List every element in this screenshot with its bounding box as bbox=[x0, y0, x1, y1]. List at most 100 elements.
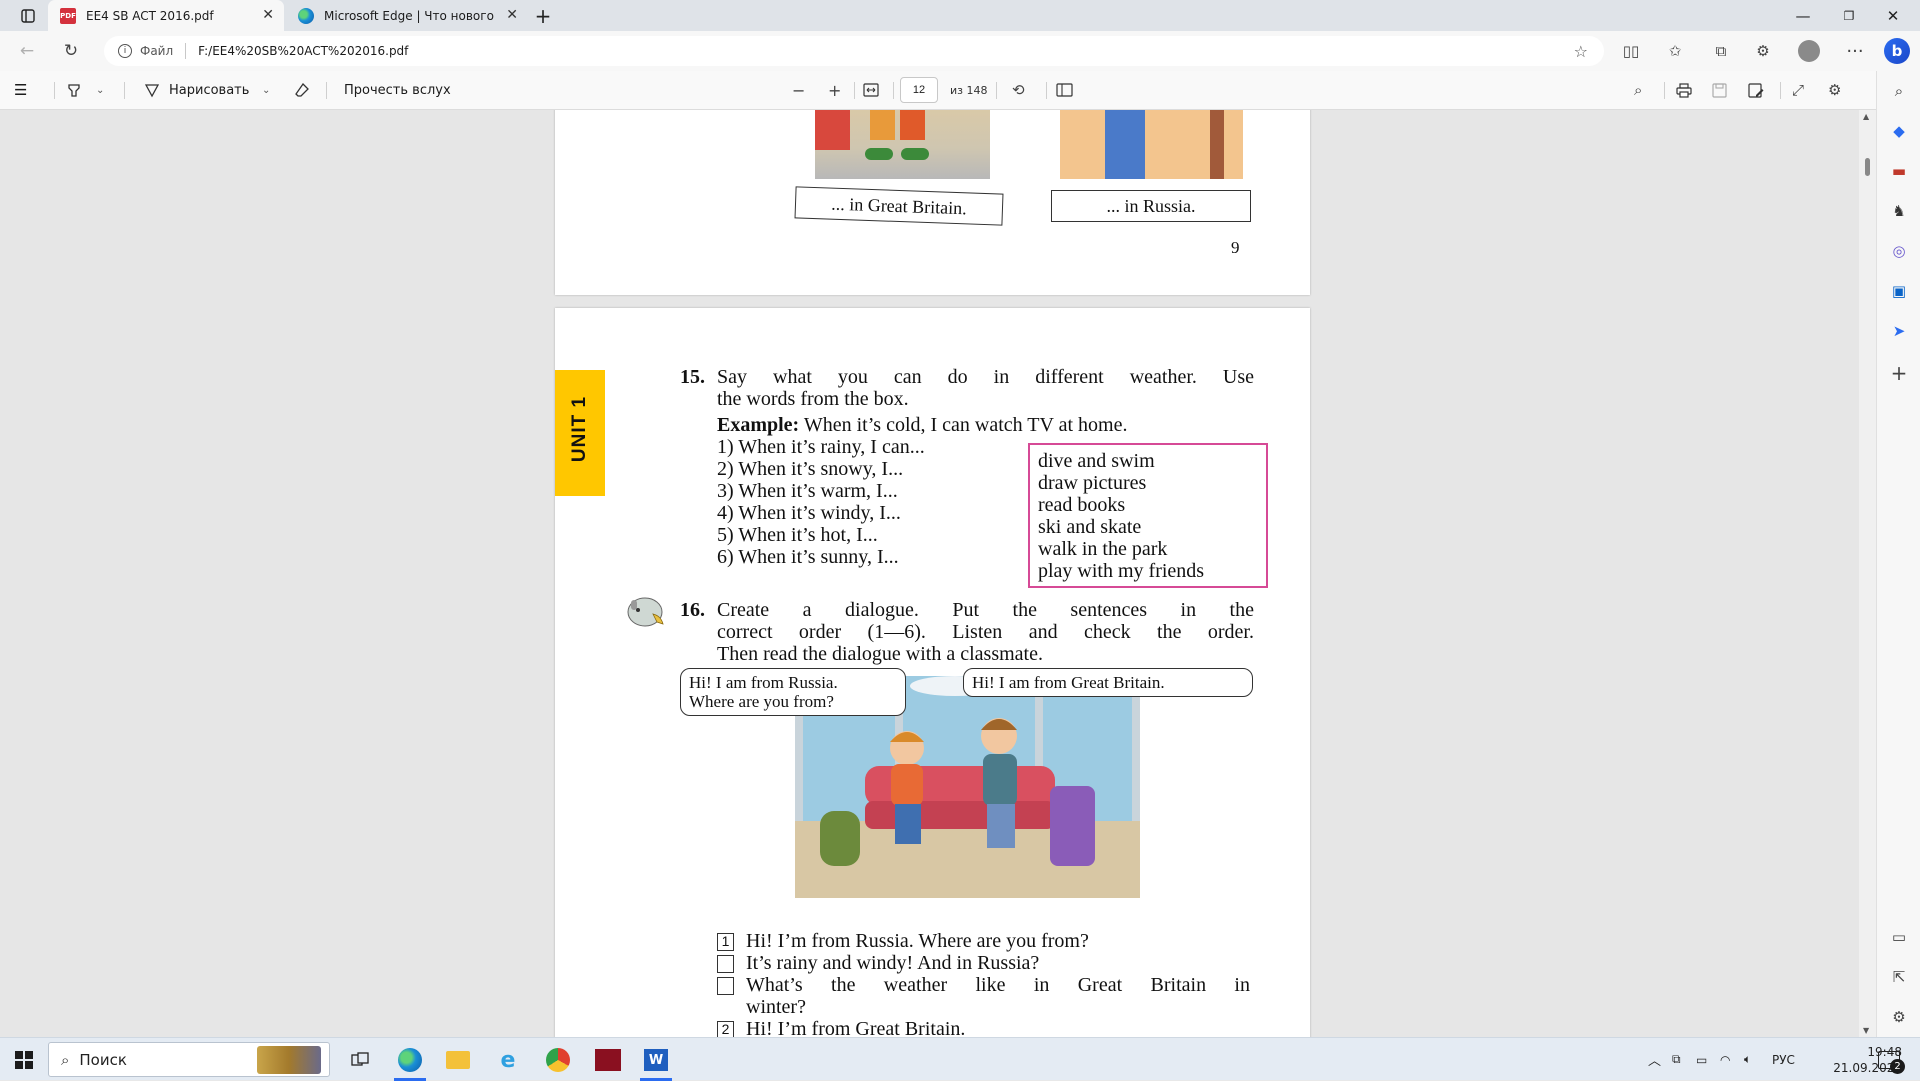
split-screen-icon[interactable]: ▯▯ bbox=[1616, 37, 1646, 65]
info-icon[interactable]: i bbox=[118, 44, 132, 58]
fullscreen-icon[interactable]: ⤢ bbox=[1792, 71, 1804, 109]
favorites-icon[interactable]: ✩ bbox=[1660, 37, 1690, 65]
new-tab-icon[interactable]: + bbox=[520, 0, 566, 31]
address-bar[interactable]: i Файл F:/EE4%20SB%20ACT%202016.pdf ☆ bbox=[104, 36, 1604, 66]
dialogue-text: winter? bbox=[746, 996, 806, 1018]
close-window-icon[interactable]: ✕ bbox=[1870, 0, 1916, 31]
zoom-in-icon[interactable]: + bbox=[828, 71, 841, 109]
task-view-icon[interactable] bbox=[340, 1043, 380, 1077]
illustration-snow-scene bbox=[815, 110, 990, 179]
pdf-viewer[interactable]: ... in Great Britain. ... in Russia. 9 U… bbox=[0, 110, 1876, 1037]
tray-app-icon[interactable]: ⧉ bbox=[1672, 1038, 1681, 1081]
edge-taskbar-icon[interactable] bbox=[390, 1043, 430, 1081]
exercise-16-instruction-cont: Then read the dialogue with a classmate. bbox=[717, 643, 1043, 665]
vertical-scrollbar[interactable]: ▲ ▼ bbox=[1859, 110, 1876, 1037]
exercise-15-item: 4) When it’s windy, I... bbox=[717, 502, 901, 524]
settings-gear-icon[interactable]: ⚙ bbox=[1828, 71, 1841, 109]
shopping-tag-icon[interactable]: ◆ bbox=[1887, 119, 1911, 143]
page-number-field[interactable] bbox=[900, 71, 938, 109]
dialogue-line: 2 Hi! I’m from Great Britain. bbox=[717, 1018, 965, 1037]
example-label: Example: bbox=[717, 414, 800, 436]
order-checkbox: 1 bbox=[717, 933, 734, 952]
draw-dropdown-icon[interactable]: ⌄ bbox=[262, 71, 270, 109]
caption-great-britain: ... in Great Britain. bbox=[794, 186, 1004, 226]
wifi-icon[interactable]: ◠ bbox=[1720, 1038, 1730, 1081]
drop-send-icon[interactable]: ➤ bbox=[1887, 319, 1911, 343]
page-number-input[interactable] bbox=[900, 77, 938, 103]
back-icon[interactable]: ← bbox=[12, 37, 42, 65]
tab-strip: PDF EE4 SB ACT 2016.pdf ✕ Microsoft Edge… bbox=[0, 0, 1920, 31]
order-checkbox: 2 bbox=[717, 1021, 734, 1037]
search-icon[interactable]: ⌕ bbox=[1887, 79, 1911, 103]
volume-icon[interactable]: 🔈︎ bbox=[1744, 1038, 1751, 1081]
word-icon[interactable]: W bbox=[636, 1043, 676, 1081]
battery-icon[interactable]: ▭ bbox=[1696, 1038, 1707, 1081]
restore-icon[interactable]: ❐ bbox=[1826, 0, 1872, 31]
windows-start-icon[interactable] bbox=[4, 1043, 44, 1077]
notifications-button[interactable]: 2 bbox=[1878, 1038, 1905, 1081]
divider bbox=[1046, 82, 1047, 99]
scroll-up-icon[interactable]: ▲ bbox=[1863, 112, 1869, 121]
external-link-icon[interactable]: ⇱ bbox=[1887, 965, 1911, 989]
scroll-down-icon[interactable]: ▼ bbox=[1863, 1026, 1869, 1035]
draw-button[interactable]: Нарисовать bbox=[144, 71, 249, 109]
word-box-item: walk in the park bbox=[1038, 538, 1168, 560]
close-tab-icon[interactable]: ✕ bbox=[262, 7, 274, 23]
games-chess-icon[interactable]: ♞ bbox=[1887, 199, 1911, 223]
read-aloud-button[interactable]: Прочесть вслух bbox=[344, 71, 451, 109]
speech-bubble-line: Hi! I am from Russia. bbox=[689, 673, 838, 692]
close-tab-icon[interactable]: ✕ bbox=[506, 7, 518, 23]
word-box-item: dive and swim bbox=[1038, 450, 1155, 472]
fit-width-icon[interactable] bbox=[863, 71, 879, 109]
highlight-dropdown-icon[interactable]: ⌄ bbox=[96, 71, 104, 109]
rotate-icon[interactable]: ⟲ bbox=[1012, 71, 1025, 109]
pdf-page-9: ... in Great Britain. ... in Russia. 9 bbox=[555, 110, 1310, 295]
eraser-icon[interactable] bbox=[294, 71, 310, 109]
pdf-icon: PDF bbox=[60, 7, 76, 24]
save-as-icon[interactable] bbox=[1748, 71, 1764, 109]
refresh-icon[interactable]: ↻ bbox=[56, 37, 86, 65]
media-app-icon[interactable] bbox=[588, 1043, 628, 1077]
taskbar-search[interactable]: ⌕ Поиск bbox=[48, 1042, 330, 1077]
tray-overflow-icon[interactable]: ︿ bbox=[1648, 1038, 1661, 1081]
tab-title: Microsoft Edge | Что нового bbox=[324, 8, 494, 23]
minimize-icon[interactable]: — bbox=[1780, 0, 1826, 31]
tab-pdf[interactable]: PDF EE4 SB ACT 2016.pdf ✕ bbox=[48, 0, 284, 31]
exercise-16-instruction: Create a dialogue. Put the sentences in … bbox=[717, 599, 1254, 621]
draw-icon bbox=[144, 84, 160, 98]
file-explorer-icon[interactable] bbox=[438, 1043, 478, 1077]
url-text[interactable]: F:/EE4%20SB%20ACT%202016.pdf bbox=[198, 44, 408, 58]
save-icon[interactable] bbox=[1712, 71, 1727, 109]
hide-sidebar-icon[interactable]: ▭ bbox=[1887, 925, 1911, 949]
divider bbox=[996, 82, 997, 99]
scrollbar-thumb[interactable] bbox=[1865, 158, 1870, 176]
dialogue-text: Hi! I’m from Great Britain. bbox=[746, 1018, 966, 1037]
sidebar-settings-icon[interactable]: ⚙ bbox=[1887, 1005, 1911, 1029]
outlook-icon[interactable]: ▣ bbox=[1887, 279, 1911, 303]
chrome-icon[interactable] bbox=[538, 1043, 578, 1077]
extensions-icon[interactable]: ⚙ bbox=[1748, 37, 1778, 65]
listen-audio-icon bbox=[625, 594, 667, 630]
divider bbox=[54, 82, 55, 99]
collections-icon[interactable]: ⧉ bbox=[1706, 37, 1736, 65]
page-number: 9 bbox=[1231, 238, 1240, 257]
favorite-star-icon[interactable]: ☆ bbox=[1574, 42, 1588, 61]
bing-copilot-icon[interactable]: b bbox=[1882, 37, 1912, 65]
input-language[interactable]: РУС bbox=[1772, 1038, 1795, 1081]
order-checkbox bbox=[717, 955, 734, 974]
find-icon[interactable]: ⌕ bbox=[1634, 71, 1642, 109]
zoom-out-icon[interactable]: − bbox=[792, 71, 805, 109]
contents-icon[interactable]: ☰ bbox=[14, 71, 27, 109]
microsoft365-icon[interactable]: ◎ bbox=[1887, 239, 1911, 263]
word-box-item: read books bbox=[1038, 494, 1126, 516]
tab-edge-whats-new[interactable]: Microsoft Edge | Что нового ✕ bbox=[288, 0, 528, 31]
internet-explorer-icon[interactable]: e bbox=[488, 1043, 528, 1077]
print-icon[interactable] bbox=[1676, 71, 1692, 109]
profile-avatar[interactable] bbox=[1794, 37, 1824, 65]
highlight-icon[interactable] bbox=[66, 71, 82, 109]
dialogue-text: What’s the weather like in Great Britain… bbox=[746, 974, 1250, 996]
add-sidebar-app-icon[interactable]: + bbox=[1887, 361, 1911, 385]
tools-briefcase-icon[interactable]: ▬ bbox=[1887, 159, 1911, 183]
more-menu-icon[interactable]: ··· bbox=[1840, 37, 1870, 65]
page-view-icon[interactable] bbox=[1056, 71, 1073, 109]
